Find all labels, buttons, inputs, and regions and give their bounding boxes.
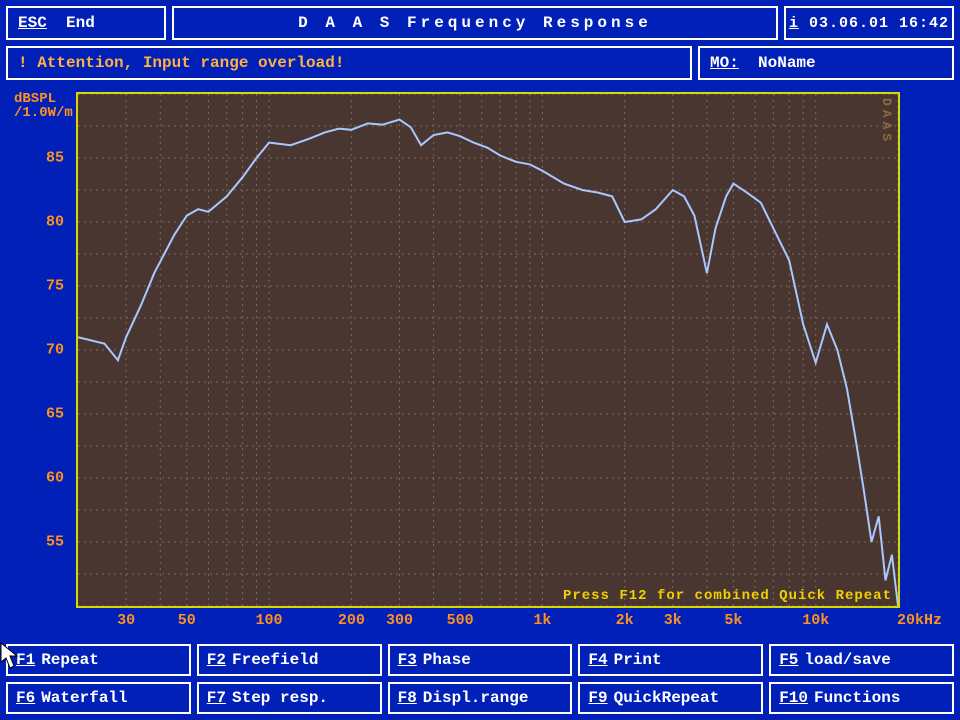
x-tick: 10k bbox=[802, 612, 829, 629]
fn-label: Waterfall bbox=[41, 689, 127, 707]
status-bar: ! Attention, Input range overload! MO: N… bbox=[6, 46, 954, 80]
x-tick: 5k bbox=[724, 612, 742, 629]
fn-label: Displ.range bbox=[423, 689, 529, 707]
fn-f3-button[interactable]: F3 Phase bbox=[388, 644, 573, 676]
fn-f7-button[interactable]: F7 Step resp. bbox=[197, 682, 382, 714]
x-tick: 2k bbox=[616, 612, 634, 629]
fn-label: Repeat bbox=[41, 651, 99, 669]
fn-label: QuickRepeat bbox=[614, 689, 720, 707]
fn-f6-button[interactable]: F6 Waterfall bbox=[6, 682, 191, 714]
datetime-panel: i 03.06.01 16:42 bbox=[784, 6, 954, 40]
fn-f10-button[interactable]: F10 Functions bbox=[769, 682, 954, 714]
function-row-2: F6 Waterfall F7 Step resp. F8 Displ.range F9 Qu… bbox=[6, 682, 954, 714]
x-tick: 1k bbox=[533, 612, 551, 629]
function-row-1: F1 Repeat F2 Freefield F3 Phase F4 Print F5 load/… bbox=[6, 644, 954, 676]
y-tick: 55 bbox=[46, 534, 64, 551]
fn-key: F3 bbox=[398, 651, 417, 669]
timestamp: 03.06.01 16:42 bbox=[809, 15, 949, 32]
fn-key: F10 bbox=[779, 689, 808, 707]
x-tick: 300 bbox=[386, 612, 413, 629]
mo-key: MO: bbox=[710, 54, 739, 72]
esc-key: ESC bbox=[18, 14, 47, 32]
x-tick: 500 bbox=[447, 612, 474, 629]
esc-label: End bbox=[66, 14, 95, 32]
fn-label: Freefield bbox=[232, 651, 318, 669]
app-title: D A A S Frequency Response bbox=[172, 6, 778, 40]
fn-key: F4 bbox=[588, 651, 607, 669]
chart-area: dBSPL /1.0W/m DAAS Press F12 for combine… bbox=[6, 86, 954, 638]
fn-key: F2 bbox=[207, 651, 226, 669]
x-tick: 3k bbox=[664, 612, 682, 629]
y-tick: 80 bbox=[46, 214, 64, 231]
fn-key: F5 bbox=[779, 651, 798, 669]
x-axis-unit: 20kHz bbox=[897, 612, 942, 629]
fn-label: Functions bbox=[814, 689, 900, 707]
fn-key: F6 bbox=[16, 689, 35, 707]
fn-key: F1 bbox=[16, 651, 35, 669]
esc-button[interactable]: ESC End bbox=[6, 6, 166, 40]
x-tick: 30 bbox=[117, 612, 135, 629]
fn-f2-button[interactable]: F2 Freefield bbox=[197, 644, 382, 676]
fn-f5-button[interactable]: F5 load/save bbox=[769, 644, 954, 676]
fn-key: F7 bbox=[207, 689, 226, 707]
y-tick: 75 bbox=[46, 278, 64, 295]
plot: DAAS Press F12 for combined Quick Repeat… bbox=[78, 94, 898, 606]
x-tick: 200 bbox=[338, 612, 365, 629]
status-message: ! Attention, Input range overload! bbox=[6, 46, 692, 80]
fn-f1-button[interactable]: F1 Repeat bbox=[6, 644, 191, 676]
y-tick: 85 bbox=[46, 150, 64, 167]
fn-label: load/save bbox=[804, 651, 890, 669]
fn-f9-button[interactable]: F9 QuickRepeat bbox=[578, 682, 763, 714]
watermark: DAAS bbox=[879, 98, 894, 145]
fn-f8-button[interactable]: F8 Displ.range bbox=[388, 682, 573, 714]
fn-key: F9 bbox=[588, 689, 607, 707]
measurement-object-panel: MO: NoName bbox=[698, 46, 954, 80]
title-bar: ESC End D A A S Frequency Response i 03.… bbox=[6, 6, 954, 40]
y-axis-title: dBSPL /1.0W/m bbox=[14, 92, 73, 120]
hint-text: Press F12 for combined Quick Repeat bbox=[563, 588, 892, 604]
x-tick: 50 bbox=[178, 612, 196, 629]
fn-label: Step resp. bbox=[232, 689, 328, 707]
x-tick: 100 bbox=[256, 612, 283, 629]
y-tick: 65 bbox=[46, 406, 64, 423]
info-key: i bbox=[789, 15, 799, 32]
fn-label: Phase bbox=[423, 651, 471, 669]
fn-f4-button[interactable]: F4 Print bbox=[578, 644, 763, 676]
y-tick: 70 bbox=[46, 342, 64, 359]
fn-label: Print bbox=[614, 651, 662, 669]
mo-value: NoName bbox=[758, 54, 816, 72]
plot-trace bbox=[78, 94, 898, 606]
y-tick: 60 bbox=[46, 470, 64, 487]
fn-key: F8 bbox=[398, 689, 417, 707]
